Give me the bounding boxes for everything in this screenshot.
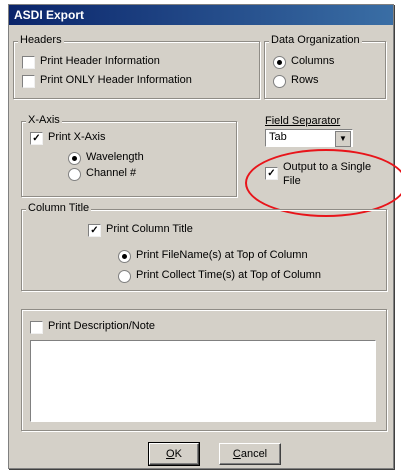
- channel-radio[interactable]: [68, 168, 81, 181]
- channel-label: Channel #: [86, 167, 137, 179]
- dropdown-arrow-icon[interactable]: ▼: [335, 131, 351, 147]
- print-only-header-checkbox[interactable]: [22, 75, 35, 88]
- rows-label: Rows: [291, 74, 319, 86]
- data-organization-group: Data Organization Columns Rows: [264, 34, 386, 99]
- x-axis-legend: X-Axis: [26, 114, 62, 126]
- collect-time-top-label: Print Collect Time(s) at Top of Column: [136, 269, 322, 281]
- print-column-title-label: Print Column Title: [106, 223, 193, 235]
- print-x-axis-checkbox[interactable]: ✓: [30, 132, 43, 145]
- field-separator-value: Tab: [269, 131, 287, 143]
- print-column-title-checkbox[interactable]: ✓: [88, 224, 101, 237]
- columns-label: Columns: [291, 55, 335, 67]
- headers-group: Headers Print Header Information Print O…: [13, 34, 260, 99]
- print-description-label: Print Description/Note: [48, 320, 155, 332]
- filename-top-label: Print FileName(s) at Top of Column: [136, 249, 308, 261]
- description-group: Print Description/Note: [21, 309, 387, 431]
- data-organization-legend: Data Organization: [269, 34, 362, 46]
- asdi-export-dialog: ASDI Export Headers Print Header Informa…: [8, 4, 401, 469]
- print-x-axis-label: Print X-Axis: [48, 131, 106, 143]
- field-separator-label: Field Separator: [265, 115, 341, 127]
- x-axis-group: X-Axis ✓ Print X-Axis Wavelength Channel…: [21, 114, 237, 197]
- print-only-header-label: Print ONLY Header Information: [40, 74, 192, 86]
- column-title-group: Column Title ✓ Print Column Title Print …: [21, 202, 387, 291]
- ok-button[interactable]: OK: [148, 442, 200, 466]
- print-header-checkbox[interactable]: [22, 56, 35, 69]
- field-separator-select[interactable]: Tab ▼: [265, 129, 353, 147]
- description-textarea[interactable]: [30, 340, 376, 422]
- column-title-legend: Column Title: [26, 202, 92, 214]
- dialog-title: ASDI Export: [14, 8, 85, 22]
- cancel-button[interactable]: Cancel: [219, 443, 281, 465]
- wavelength-radio[interactable]: [68, 152, 81, 165]
- rows-radio[interactable]: [273, 75, 286, 88]
- collect-time-top-radio[interactable]: [118, 270, 131, 283]
- title-bar[interactable]: ASDI Export: [9, 5, 393, 25]
- highlight-annotation: [245, 149, 401, 217]
- headers-legend: Headers: [18, 34, 64, 46]
- wavelength-label: Wavelength: [86, 151, 144, 163]
- print-header-label: Print Header Information: [40, 55, 160, 67]
- filename-top-radio[interactable]: [118, 250, 131, 263]
- columns-radio[interactable]: [273, 56, 286, 69]
- print-description-checkbox[interactable]: [30, 321, 43, 334]
